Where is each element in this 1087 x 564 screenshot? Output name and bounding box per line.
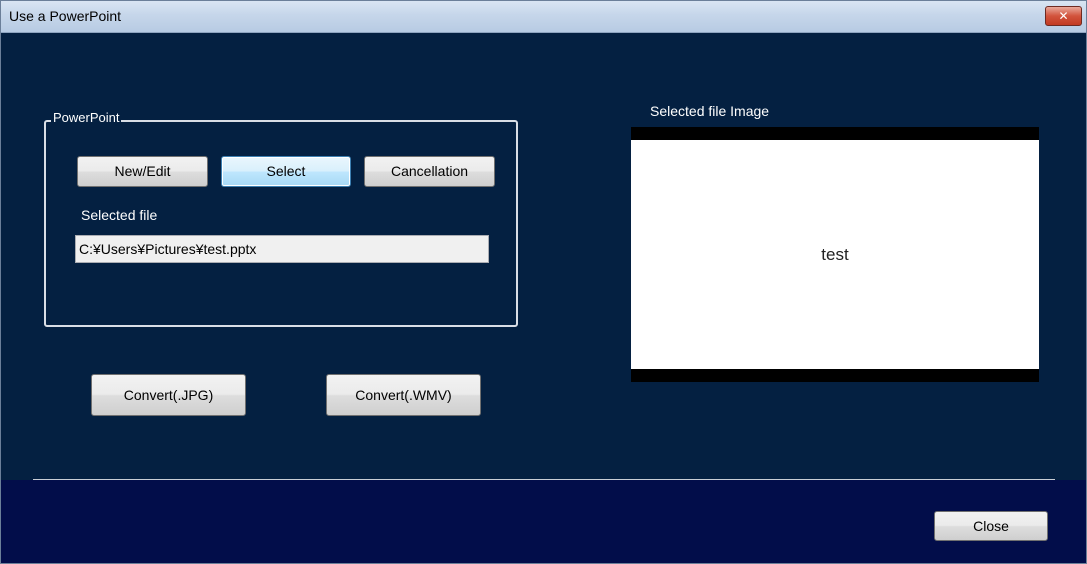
cancellation-button[interactable]: Cancellation	[364, 156, 495, 187]
selected-file-label: Selected file	[81, 207, 158, 223]
convert-wmv-button[interactable]: Convert(.WMV)	[326, 374, 481, 416]
select-button[interactable]: Select	[221, 156, 351, 187]
window-close-button[interactable]: ✕	[1045, 6, 1082, 26]
preview-label: Selected file Image	[650, 103, 770, 119]
slide-preview-canvas: test	[631, 140, 1039, 369]
powerpoint-group-legend: PowerPoint	[51, 110, 122, 125]
footer-panel	[1, 480, 1086, 563]
selected-file-field[interactable]: C:¥Users¥Pictures¥test.pptx	[75, 235, 489, 263]
close-icon: ✕	[1058, 9, 1069, 23]
powerpoint-groupbox	[44, 120, 518, 327]
convert-jpg-button[interactable]: Convert(.JPG)	[91, 374, 246, 416]
close-button[interactable]: Close	[934, 511, 1048, 541]
slide-preview: test	[631, 127, 1039, 382]
dialog-window: Use a PowerPoint ✕ PowerPoint New/Edit S…	[0, 0, 1087, 564]
new-edit-button[interactable]: New/Edit	[77, 156, 208, 187]
slide-preview-text: test	[821, 245, 849, 264]
window-title: Use a PowerPoint	[9, 8, 122, 24]
title-bar[interactable]: Use a PowerPoint ✕	[1, 1, 1086, 33]
